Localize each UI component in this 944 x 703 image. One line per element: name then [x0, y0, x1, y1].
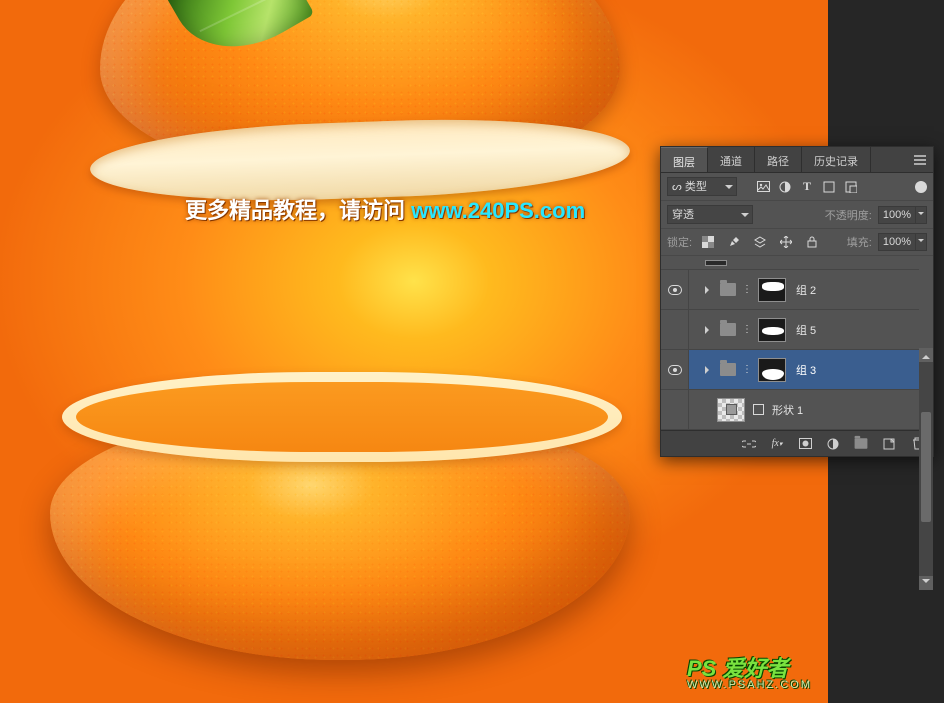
mask-icon[interactable]: [797, 437, 813, 451]
opacity-field[interactable]: 100%: [878, 206, 927, 224]
layer-mask-thumb[interactable]: [758, 358, 786, 382]
lock-position-icon[interactable]: [778, 234, 794, 250]
lock-label: 锁定:: [667, 234, 692, 250]
layer-name[interactable]: 组 5: [796, 322, 816, 338]
filter-toggle-switch[interactable]: [915, 181, 927, 193]
layer-row-group-3[interactable]: ⋮ 组 3: [661, 350, 919, 390]
image-icon[interactable]: [755, 179, 771, 195]
vector-shape-icon: [753, 404, 764, 415]
tab-paths[interactable]: 路径: [755, 147, 802, 172]
lock-artboard-icon[interactable]: [752, 234, 768, 250]
visibility-toggle[interactable]: [661, 310, 689, 349]
layer-name[interactable]: 组 3: [796, 362, 816, 378]
fx-icon[interactable]: fx▾: [769, 437, 785, 451]
visibility-toggle[interactable]: [661, 270, 689, 309]
disclosure-icon[interactable]: [705, 325, 714, 334]
mask-link-icon[interactable]: ⋮: [742, 364, 752, 375]
scroll-thumb[interactable]: [921, 412, 931, 522]
mask-link-icon[interactable]: ⋮: [742, 324, 752, 335]
layer-name[interactable]: 形状 1: [772, 402, 803, 418]
layer-name[interactable]: 组 2: [796, 282, 816, 298]
scroll-down-icon[interactable]: [919, 576, 933, 590]
tab-history[interactable]: 历史记录: [802, 147, 871, 172]
layer-row-group-5[interactable]: ⋮ 组 5: [661, 310, 919, 350]
orange-bottom-rim: [62, 372, 622, 462]
scroll-up-icon[interactable]: [919, 348, 933, 362]
link-layers-icon[interactable]: [741, 437, 757, 451]
layers-panel: 图层 通道 路径 历史记录 ᔕ 类型 T 穿透 不透明度: 100% 锁定: [660, 146, 934, 457]
layer-mask-thumb[interactable]: [758, 278, 786, 302]
panel-menu-icon[interactable]: [907, 147, 933, 172]
group-new-icon[interactable]: [853, 437, 869, 451]
mask-link-icon[interactable]: ⋮: [742, 284, 752, 295]
chevron-down-icon[interactable]: [915, 207, 926, 223]
chevron-down-icon[interactable]: [915, 234, 926, 250]
shape-layer-thumb[interactable]: [717, 398, 745, 422]
visibility-toggle[interactable]: [661, 350, 689, 389]
layer-mask-thumb[interactable]: [758, 318, 786, 342]
layers-scrollbar[interactable]: [919, 348, 933, 590]
opacity-value: 100%: [879, 209, 915, 221]
site-logo-main: PS 爱好者: [687, 656, 788, 681]
blend-mode-select[interactable]: 穿透: [667, 205, 753, 224]
folder-icon: [720, 323, 736, 336]
eye-icon: [668, 285, 682, 295]
layer-row-group-2[interactable]: ⋮ 组 2: [661, 270, 919, 310]
filter-type-select[interactable]: ᔕ 类型: [667, 177, 737, 196]
disclosure-icon[interactable]: [705, 365, 714, 374]
type-icon[interactable]: T: [799, 179, 815, 195]
layers-list: ⋮ 组 2 ⋮ 组 5: [661, 256, 933, 430]
lock-fill-row: 锁定: 填充: 100%: [661, 229, 933, 256]
folder-icon: [720, 363, 736, 376]
layers-panel-footer: fx▾: [661, 430, 933, 456]
tab-channels[interactable]: 通道: [708, 147, 755, 172]
layer-thumb-mini: [705, 260, 727, 266]
eye-icon: [668, 365, 682, 375]
adjustment-icon[interactable]: [777, 179, 793, 195]
site-logo: PS 爱好者 WWW.PSAHZ.COM: [687, 651, 812, 691]
fill-field[interactable]: 100%: [878, 233, 927, 251]
lock-all-icon[interactable]: [804, 234, 820, 250]
collapsed-layer-hint: [661, 256, 919, 270]
watermark-link: www.240PS.com: [411, 198, 585, 223]
smartobject-icon[interactable]: [843, 179, 859, 195]
adjustment-new-icon[interactable]: [825, 437, 841, 451]
blend-opacity-row: 穿透 不透明度: 100%: [661, 201, 933, 229]
fill-label: 填充:: [847, 234, 872, 250]
layer-filter-row: ᔕ 类型 T: [661, 173, 933, 201]
watermark-prefix: 更多精品教程，请访问: [185, 198, 411, 223]
lock-brush-icon[interactable]: [726, 234, 742, 250]
layer-row-shape-1[interactable]: 形状 1: [661, 390, 919, 430]
disclosure-icon[interactable]: [705, 285, 714, 294]
lock-transparency-icon[interactable]: [700, 234, 716, 250]
visibility-toggle[interactable]: [661, 390, 689, 429]
tab-layers[interactable]: 图层: [661, 147, 708, 172]
folder-icon: [720, 283, 736, 296]
panel-tab-bar: 图层 通道 路径 历史记录: [661, 147, 933, 173]
watermark-text: 更多精品教程，请访问 www.240PS.com: [185, 193, 585, 225]
site-logo-sub: WWW.PSAHZ.COM: [687, 679, 812, 691]
new-layer-icon[interactable]: [881, 437, 897, 451]
shape-icon[interactable]: [821, 179, 837, 195]
fill-value: 100%: [879, 236, 915, 248]
opacity-label: 不透明度:: [825, 207, 872, 223]
